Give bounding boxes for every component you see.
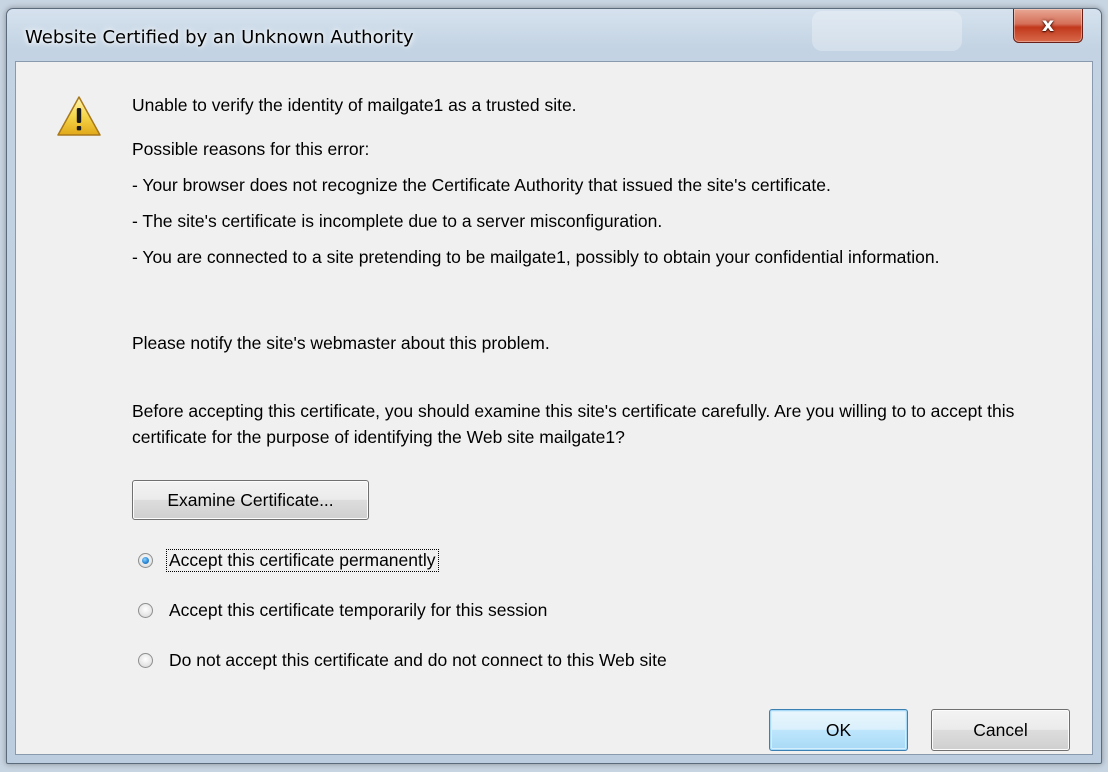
examine-certificate-button[interactable]: Examine Certificate... (132, 480, 369, 520)
notify-text: Please notify the site's webmaster about… (132, 333, 550, 353)
dialog-window: Website Certified by an Unknown Authorit… (6, 8, 1102, 764)
window-title: Website Certified by an Unknown Authorit… (25, 27, 414, 48)
radio-accept-temporarily[interactable]: Accept this certificate temporarily for … (138, 596, 549, 624)
reasons-heading: Possible reasons for this error: (132, 139, 370, 159)
radio-button[interactable] (138, 652, 153, 668)
headline-text: Unable to verify the identity of mailgat… (132, 95, 577, 115)
reason-item: - Your browser does not recognize the Ce… (132, 175, 831, 195)
ok-button[interactable]: OK (769, 709, 908, 751)
radio-label[interactable]: Accept this certificate temporarily for … (167, 600, 549, 621)
radio-accept-permanently[interactable]: Accept this certificate permanently (138, 546, 439, 574)
radio-label[interactable]: Accept this certificate permanently (166, 548, 439, 572)
reason-item: - The site's certificate is incomplete d… (132, 211, 663, 231)
reason-item: - You are connected to a site pretending… (132, 247, 940, 267)
radio-label[interactable]: Do not accept this certificate and do no… (167, 650, 669, 671)
title-bar[interactable]: Website Certified by an Unknown Authorit… (7, 9, 1101, 61)
cancel-button[interactable]: Cancel (931, 709, 1070, 751)
question-text: Before accepting this certificate, you s… (132, 401, 1015, 447)
warning-icon (57, 96, 101, 136)
radio-do-not-accept[interactable]: Do not accept this certificate and do no… (138, 646, 669, 674)
radio-button-checked[interactable] (138, 552, 153, 568)
title-bar-glass-reflection (812, 11, 962, 51)
close-button[interactable]: x (1013, 9, 1083, 43)
dialog-body: Unable to verify the identity of mailgat… (15, 61, 1093, 755)
close-icon: x (1041, 14, 1055, 36)
radio-button[interactable] (138, 602, 153, 618)
